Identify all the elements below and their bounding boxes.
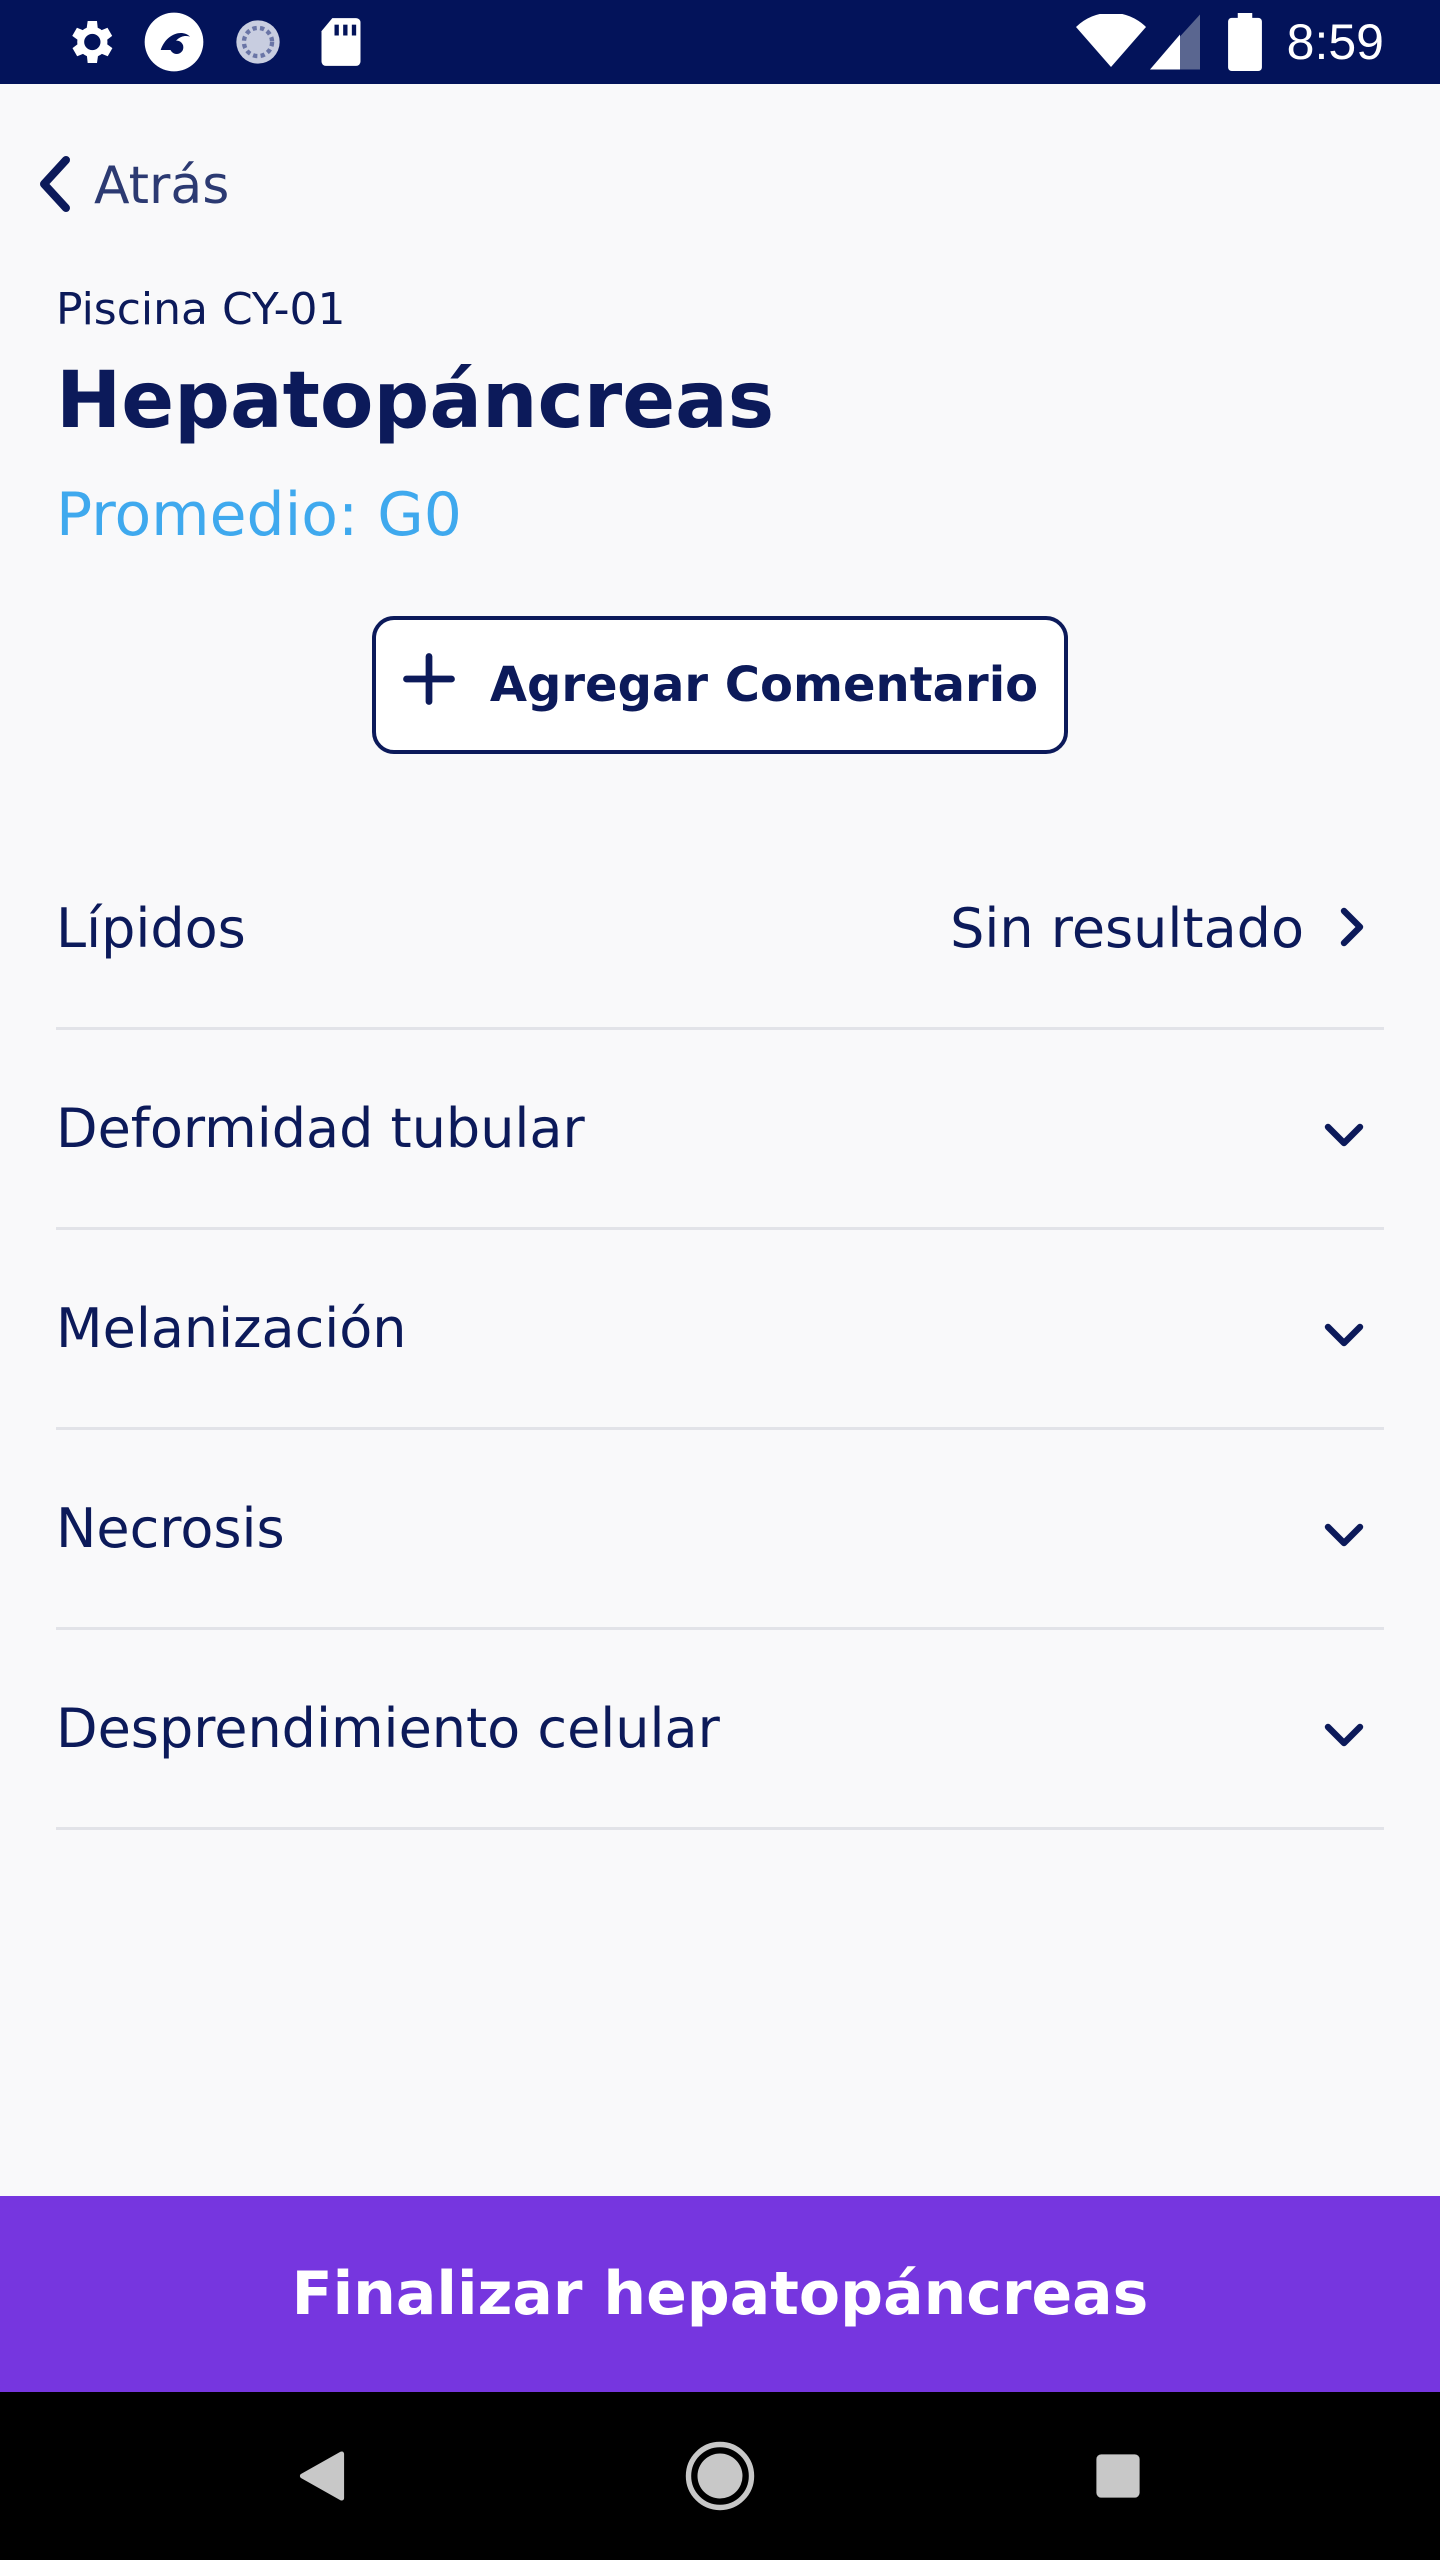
chevron-down-icon — [1324, 1497, 1364, 1560]
row-label: Necrosis — [56, 1497, 285, 1560]
page-title: Hepatopáncreas — [56, 356, 775, 446]
row-label: Lípidos — [56, 897, 246, 960]
sd-card-icon — [318, 12, 364, 72]
row-melanizacion[interactable]: Melanización — [56, 1230, 1384, 1430]
system-nav-bar — [0, 2392, 1440, 2560]
chevron-down-icon — [1324, 1097, 1364, 1160]
signal-icon — [1150, 12, 1200, 72]
chevron-left-icon — [36, 154, 72, 218]
finalize-button[interactable]: Finalizar hepatopáncreas — [0, 2196, 1440, 2392]
clock: 8:59 — [1286, 14, 1384, 70]
recents-square-icon[interactable] — [1078, 2436, 1158, 2516]
add-comment-label: Agregar Comentario — [489, 657, 1039, 713]
row-necrosis[interactable]: Necrosis — [56, 1430, 1384, 1630]
row-label: Deformidad tubular — [56, 1097, 585, 1160]
app-logo-icon — [142, 12, 206, 72]
row-result: Sin resultado — [950, 897, 1304, 960]
chevron-right-icon — [1340, 897, 1364, 960]
back-triangle-icon[interactable] — [282, 2436, 362, 2516]
average-grade: Promedio: G0 — [56, 480, 462, 550]
row-desprendimiento-celular[interactable]: Desprendimiento celular — [56, 1630, 1384, 1830]
row-lipidos[interactable]: Lípidos Sin resultado — [56, 830, 1384, 1030]
gear-icon — [62, 12, 118, 72]
status-bar: 8:59 — [0, 0, 1440, 84]
chevron-down-icon — [1324, 1297, 1364, 1360]
add-comment-button[interactable]: Agregar Comentario — [372, 616, 1068, 754]
criteria-list: Lípidos Sin resultado Deformidad tubular… — [56, 830, 1384, 1830]
plus-icon — [402, 652, 456, 718]
chevron-down-icon — [1324, 1697, 1364, 1760]
row-label: Melanización — [56, 1297, 407, 1360]
back-button[interactable]: Atrás — [36, 146, 229, 226]
wifi-icon — [1076, 12, 1146, 72]
back-label: Atrás — [94, 156, 230, 216]
home-circle-icon[interactable] — [680, 2436, 760, 2516]
sync-icon — [232, 12, 284, 72]
pool-name: Piscina CY-01 — [56, 284, 346, 335]
battery-icon — [1228, 12, 1262, 72]
row-deformidad-tubular[interactable]: Deformidad tubular — [56, 1030, 1384, 1230]
row-label: Desprendimiento celular — [56, 1697, 720, 1760]
